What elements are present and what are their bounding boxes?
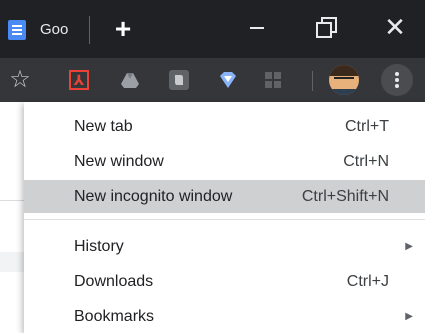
tab-separator: [89, 16, 90, 44]
drive-extension-icon[interactable]: [120, 70, 140, 90]
grid-extension-icon[interactable]: [263, 70, 283, 90]
close-icon[interactable]: ✕: [380, 12, 410, 42]
page-content: [0, 102, 24, 333]
menu-item-label: New tab: [74, 118, 133, 135]
menu-item-shortcut: Ctrl+Shift+N: [301, 188, 389, 205]
vpn-extension-icon[interactable]: [218, 70, 238, 90]
docs-favicon-icon: [8, 20, 26, 40]
menu-item-bookmarks[interactable]: Bookmarks ▶: [24, 300, 425, 333]
title-bar: Goo + ✕: [0, 0, 425, 58]
browser-toolbar: ☆ ⅄: [0, 58, 425, 102]
chevron-right-icon: ▶: [405, 311, 413, 322]
menu-item-shortcut: Ctrl+J: [346, 273, 389, 290]
star-icon[interactable]: ☆: [6, 66, 34, 94]
menu-divider: [24, 219, 425, 220]
menu-item-new-tab[interactable]: New tab Ctrl+T: [24, 110, 425, 143]
minimize-icon[interactable]: [250, 27, 264, 29]
restore-icon[interactable]: [316, 17, 338, 39]
menu-item-new-incognito-window[interactable]: New incognito window Ctrl+Shift+N: [24, 180, 425, 213]
menu-item-label: Downloads: [74, 273, 154, 290]
acrobat-extension-icon[interactable]: ⅄: [69, 70, 89, 90]
toolbar-separator: [312, 71, 313, 91]
menu-item-shortcut: Ctrl+T: [345, 118, 389, 135]
menu-item-label: Bookmarks: [74, 308, 155, 325]
profile-avatar[interactable]: [329, 65, 359, 95]
chevron-right-icon: ▶: [405, 241, 413, 252]
tab-title[interactable]: Goo: [40, 20, 68, 40]
menu-item-downloads[interactable]: Downloads Ctrl+J: [24, 265, 425, 298]
menu-item-shortcut: Ctrl+N: [343, 153, 389, 170]
evernote-extension-icon[interactable]: [169, 70, 189, 90]
new-tab-button[interactable]: +: [110, 14, 136, 44]
menu-item-history[interactable]: History ▶: [24, 230, 425, 263]
menu-item-label: New window: [74, 153, 164, 170]
chrome-menu: New tab Ctrl+T New window Ctrl+N New inc…: [24, 102, 425, 333]
menu-item-label: History: [74, 238, 124, 255]
more-vert-icon[interactable]: [381, 64, 413, 96]
menu-item-new-window[interactable]: New window Ctrl+N: [24, 145, 425, 178]
menu-item-label: New incognito window: [74, 188, 233, 205]
